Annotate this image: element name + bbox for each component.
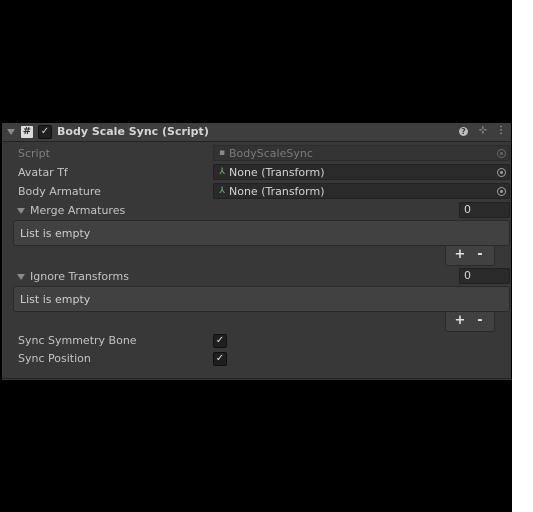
- transform-icon: ⅄: [219, 186, 225, 196]
- ignore-transforms-add-remove: + -: [445, 312, 495, 332]
- ignore-transforms-size-field[interactable]: 0: [459, 268, 510, 284]
- object-picker-icon[interactable]: [497, 187, 506, 196]
- avatar-tf-label: Avatar Tf: [18, 166, 68, 179]
- body-scale-sync-component: # ✓ Body Scale Sync (Script) ? ⊹ ⋮ Scrip…: [2, 123, 511, 380]
- body-armature-label: Body Armature: [18, 185, 101, 198]
- object-picker-icon[interactable]: [497, 168, 506, 177]
- sync-symmetry-bone-label: Sync Symmetry Bone: [18, 334, 137, 347]
- script-field-value: BodyScaleSync: [229, 147, 313, 160]
- ignore-transforms-remove-button[interactable]: -: [472, 313, 488, 329]
- component-divider: [2, 378, 511, 379]
- merge-armatures-add-remove: + -: [445, 246, 495, 266]
- foldout-arrow-icon[interactable]: [7, 129, 15, 135]
- transform-icon: ⅄: [219, 167, 225, 177]
- merge-armatures-foldout-icon[interactable]: [17, 208, 25, 214]
- object-picker-icon: [497, 149, 506, 158]
- script-hash-icon: #: [21, 126, 33, 138]
- merge-armatures-empty-text: List is empty: [20, 227, 91, 240]
- merge-armatures-size-field[interactable]: 0: [459, 202, 510, 218]
- merge-armatures-list: List is empty: [13, 220, 510, 246]
- script-field: ▪ BodyScaleSync: [213, 145, 510, 161]
- ignore-transforms-label[interactable]: Ignore Transforms: [30, 270, 129, 283]
- ignore-transforms-foldout-icon[interactable]: [17, 274, 25, 280]
- ignore-transforms-empty-text: List is empty: [20, 293, 91, 306]
- help-icon[interactable]: ?: [459, 127, 468, 136]
- merge-armatures-remove-button[interactable]: -: [472, 247, 488, 263]
- body-armature-value: None (Transform): [229, 185, 325, 198]
- component-title: Body Scale Sync (Script): [57, 125, 209, 138]
- context-menu-icon[interactable]: ⋮: [495, 125, 507, 137]
- inspector-canvas: # ✓ Body Scale Sync (Script) ? ⊹ ⋮ Scrip…: [0, 0, 512, 512]
- preset-icon[interactable]: ⊹: [477, 125, 489, 137]
- merge-armatures-label[interactable]: Merge Armatures: [30, 204, 125, 217]
- ignore-transforms-list: List is empty: [13, 286, 510, 312]
- body-armature-field[interactable]: ⅄ None (Transform): [213, 183, 510, 199]
- component-enabled-checkbox[interactable]: ✓: [38, 125, 52, 139]
- ignore-transforms-add-button[interactable]: +: [452, 313, 468, 329]
- sync-position-checkbox[interactable]: ✓: [213, 352, 227, 366]
- avatar-tf-value: None (Transform): [229, 166, 325, 179]
- script-label: Script: [18, 147, 50, 160]
- component-header[interactable]: # ✓ Body Scale Sync (Script) ? ⊹ ⋮: [2, 123, 511, 142]
- script-file-icon: ▪: [218, 148, 226, 158]
- sync-position-label: Sync Position: [18, 352, 91, 365]
- merge-armatures-add-button[interactable]: +: [452, 247, 468, 263]
- avatar-tf-field[interactable]: ⅄ None (Transform): [213, 164, 510, 180]
- sync-symmetry-bone-checkbox[interactable]: ✓: [213, 334, 227, 348]
